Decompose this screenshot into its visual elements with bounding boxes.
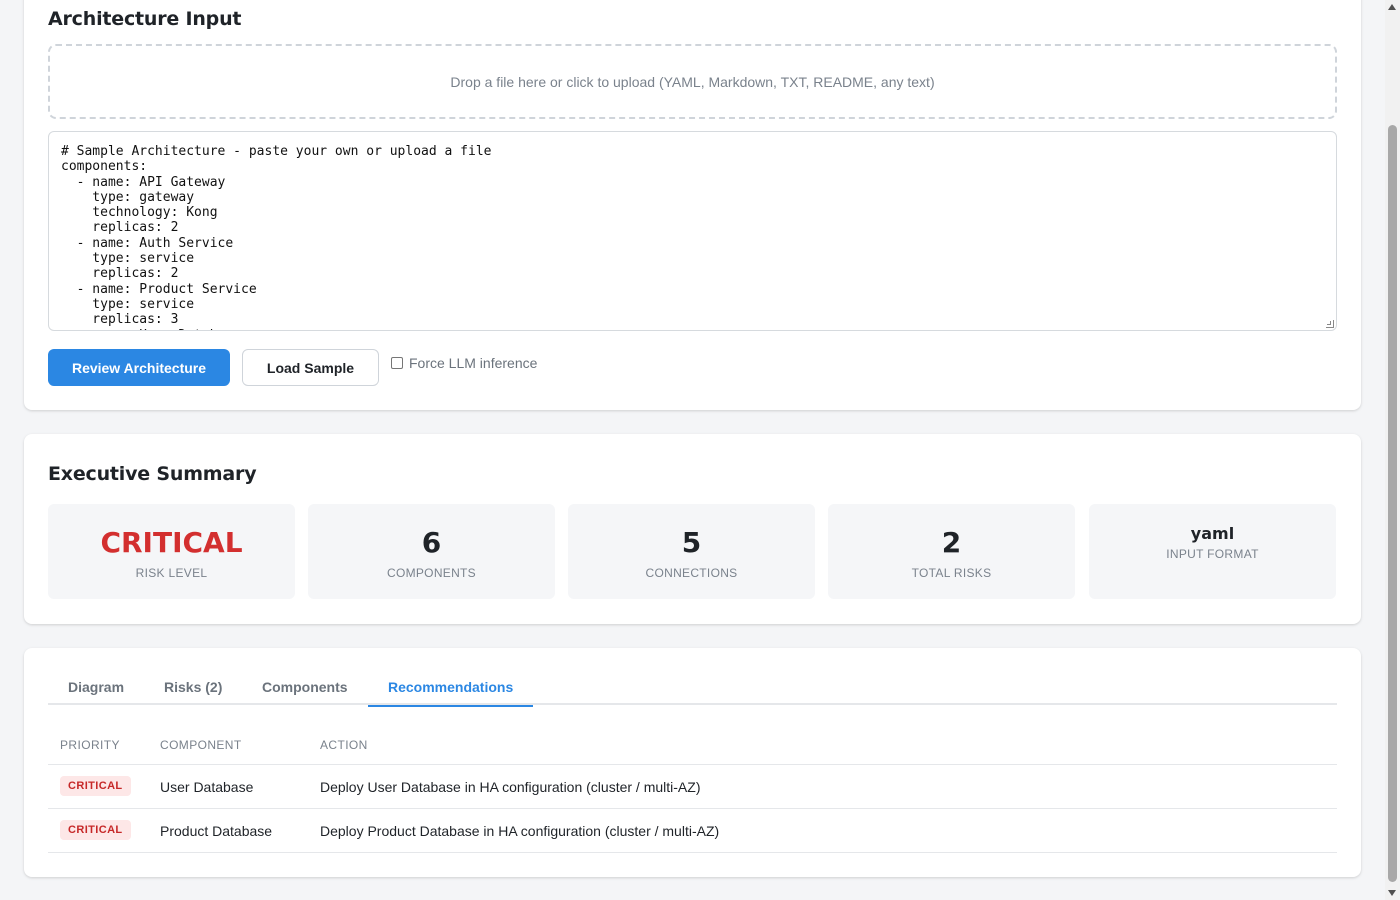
page-scrollbar[interactable] <box>1385 0 1400 900</box>
components-label: COMPONENTS <box>386 566 476 580</box>
results-tabs: Diagram Risks (2) Components Recommendat… <box>48 670 1337 707</box>
stat-risk-level: CRITICAL RISK LEVEL <box>48 504 295 599</box>
total-risks-value: 2 <box>941 526 962 559</box>
executive-summary-card: Executive Summary CRITICAL RISK LEVEL 6 … <box>24 434 1361 624</box>
load-sample-button[interactable]: Load Sample <box>242 349 379 386</box>
scroll-down-icon[interactable] <box>1388 890 1396 896</box>
priority-badge: CRITICAL <box>60 820 131 840</box>
scroll-up-icon[interactable] <box>1388 4 1396 10</box>
risk-level-value: CRITICAL <box>100 526 243 559</box>
header-action: ACTION <box>320 738 368 752</box>
row-action: Deploy User Database in HA configuration… <box>320 779 701 795</box>
force-llm-checkbox[interactable] <box>391 357 403 369</box>
file-dropzone[interactable]: Drop a file here or click to upload (YAM… <box>48 44 1337 119</box>
stat-connections: 5 CONNECTIONS <box>568 504 815 599</box>
results-card: Diagram Risks (2) Components Recommendat… <box>24 648 1361 877</box>
scrollbar-thumb[interactable] <box>1388 125 1397 882</box>
input-format-value: yaml <box>1190 524 1235 543</box>
tab-diagram[interactable]: Diagram <box>48 670 144 705</box>
page: Architecture Input Drop a file here or c… <box>0 0 1400 900</box>
total-risks-label: TOTAL RISKS <box>911 566 992 580</box>
row-component: User Database <box>160 779 254 795</box>
table-header-row: PRIORITY COMPONENT ACTION <box>48 724 1337 765</box>
tab-components[interactable]: Components <box>242 670 368 705</box>
force-llm-label: Force LLM inference <box>409 355 538 371</box>
review-architecture-button[interactable]: Review Architecture <box>48 349 230 386</box>
priority-badge: CRITICAL <box>60 776 131 796</box>
architecture-textarea[interactable]: # Sample Architecture - paste your own o… <box>48 131 1337 331</box>
table-row: CRITICAL Product Database Deploy Product… <box>48 809 1337 853</box>
stat-input-format: yaml INPUT FORMAT <box>1089 504 1336 599</box>
executive-summary-title: Executive Summary <box>48 463 257 485</box>
components-value: 6 <box>421 526 442 559</box>
dropzone-text: Drop a file here or click to upload (YAM… <box>450 73 935 90</box>
row-component: Product Database <box>160 823 273 839</box>
risk-level-label: RISK LEVEL <box>135 566 208 580</box>
table-row: CRITICAL User Database Deploy User Datab… <box>48 765 1337 809</box>
row-action: Deploy Product Database in HA configurat… <box>320 823 720 839</box>
recommendations-table: PRIORITY COMPONENT ACTION CRITICAL User … <box>48 724 1337 853</box>
connections-value: 5 <box>681 526 702 559</box>
architecture-input-card: Architecture Input Drop a file here or c… <box>24 0 1361 410</box>
stat-total-risks: 2 TOTAL RISKS <box>828 504 1075 599</box>
force-llm-toggle[interactable]: Force LLM inference <box>391 355 537 371</box>
tab-risks[interactable]: Risks (2) <box>144 670 242 705</box>
header-component: COMPONENT <box>160 738 242 752</box>
connections-label: CONNECTIONS <box>645 566 738 580</box>
input-format-label: INPUT FORMAT <box>1166 547 1259 561</box>
header-priority: PRIORITY <box>60 738 120 752</box>
tab-recommendations[interactable]: Recommendations <box>368 670 534 707</box>
architecture-input-title: Architecture Input <box>48 8 242 30</box>
stat-components: 6 COMPONENTS <box>308 504 555 599</box>
